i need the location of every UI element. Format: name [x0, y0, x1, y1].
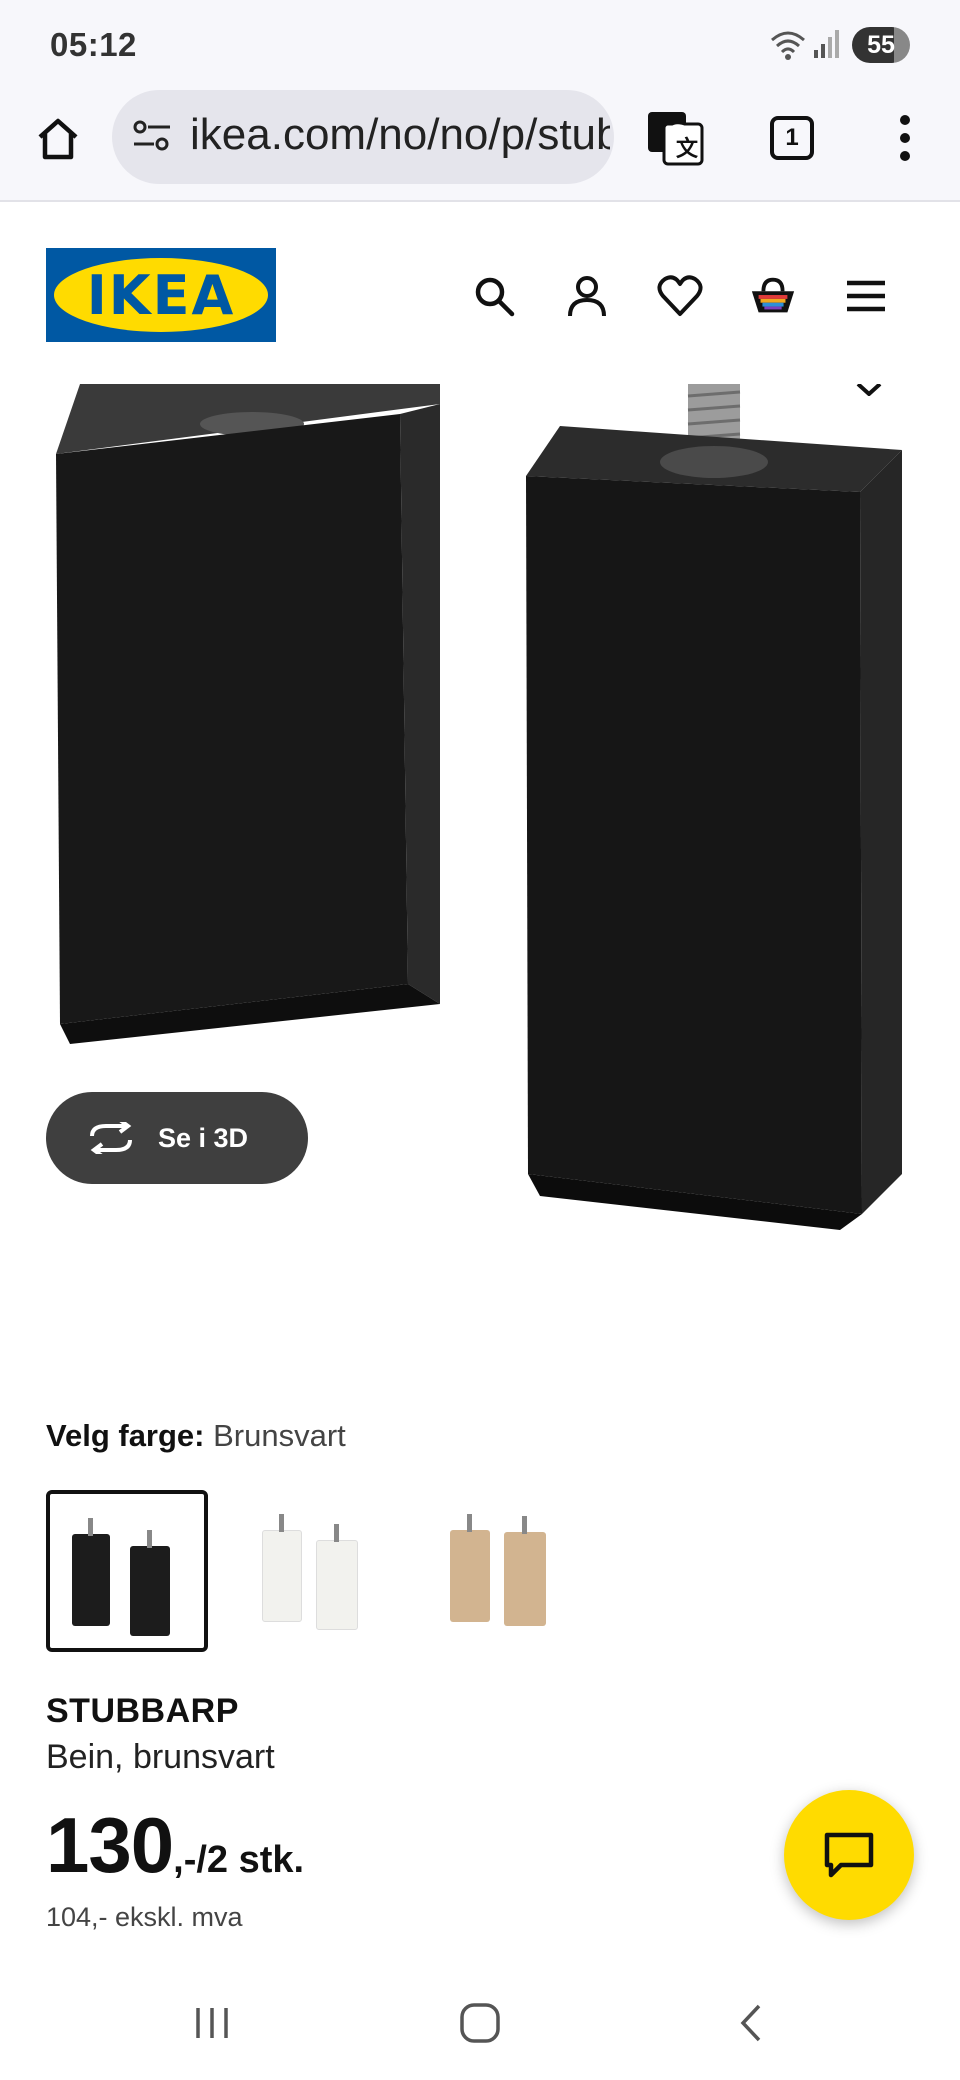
price-main: 130 — [46, 1801, 174, 1889]
more-vert-icon[interactable] — [890, 112, 920, 164]
chat-icon — [824, 1832, 874, 1878]
favourites-button[interactable] — [656, 272, 704, 320]
svg-text:文: 文 — [676, 136, 699, 162]
product-name: STUBBARP — [46, 1692, 239, 1730]
back-icon — [740, 2004, 761, 2042]
profile-icon — [568, 276, 606, 317]
system-back-button[interactable] — [720, 1998, 780, 2048]
home-button[interactable] — [30, 111, 86, 167]
status-bar: 05:12 55 — [0, 0, 960, 86]
search-button[interactable] — [470, 272, 518, 320]
swatch-hvit[interactable] — [234, 1490, 396, 1652]
product-gallery[interactable]: Se i 3D — [0, 384, 960, 1244]
color-value: Brunsvart — [213, 1418, 346, 1453]
ikea-logo[interactable]: IKEA — [46, 248, 276, 342]
address-bar[interactable]: ikea.com/no/no/p/stubbarp — [112, 90, 614, 184]
page: 05:12 55 ikea.com/no/no/p/stub G 文 1 IKE… — [0, 0, 960, 2080]
chat-button[interactable] — [784, 1790, 914, 1920]
product-description: Bein, brunsvart — [46, 1738, 275, 1776]
battery-indicator: 55 — [852, 27, 910, 63]
home-icon — [38, 118, 78, 160]
profile-button[interactable] — [563, 272, 611, 320]
heart-icon — [657, 275, 703, 316]
site-settings-icon[interactable] — [132, 118, 172, 154]
color-label: Velg farge: — [46, 1418, 205, 1453]
chevron-down-icon — [856, 384, 882, 396]
site-header: IKEA — [0, 204, 960, 384]
system-home-button[interactable] — [450, 1998, 510, 2048]
color-selector-label: Velg farge: Brunsvart — [46, 1418, 346, 1454]
signal-icon — [814, 30, 839, 58]
logo-oval: IKEA — [54, 258, 268, 332]
see-in-3d-label: Se i 3D — [158, 1122, 249, 1153]
system-home-icon — [460, 2003, 500, 2043]
rotate-3d-icon — [90, 1122, 132, 1154]
see-in-3d-button[interactable]: Se i 3D — [46, 1092, 308, 1184]
price-suffix: ,-/2 stk. — [173, 1839, 305, 1881]
wifi-icon — [771, 31, 805, 60]
browser-toolbar: ikea.com/no/no/p/stubbarp G 文 1 — [0, 86, 960, 202]
system-navigation-bar — [0, 1970, 960, 2080]
recent-apps-icon — [196, 2008, 228, 2038]
swatch-brunsvart[interactable] — [46, 1490, 208, 1652]
recent-apps-button[interactable] — [182, 1998, 242, 2048]
price-ex-vat: 104,- ekskl. mva — [46, 1902, 243, 1932]
cart-icon — [751, 277, 795, 313]
status-time: 05:12 — [50, 26, 137, 63]
menu-icon — [847, 280, 885, 312]
logo-text: IKEA — [86, 263, 236, 327]
product-price: 130 ,-/2 stk. — [46, 1800, 304, 1891]
color-swatches — [46, 1490, 584, 1652]
tabs-button[interactable]: 1 — [770, 116, 814, 160]
search-icon — [475, 277, 515, 317]
cart-button[interactable] — [749, 272, 797, 320]
swatch-bjork[interactable] — [422, 1490, 584, 1652]
url-text: ikea.com/no/no/p/stubbarp — [190, 110, 610, 159]
menu-button[interactable] — [842, 272, 890, 320]
translate-icon[interactable]: G 文 — [646, 108, 704, 166]
